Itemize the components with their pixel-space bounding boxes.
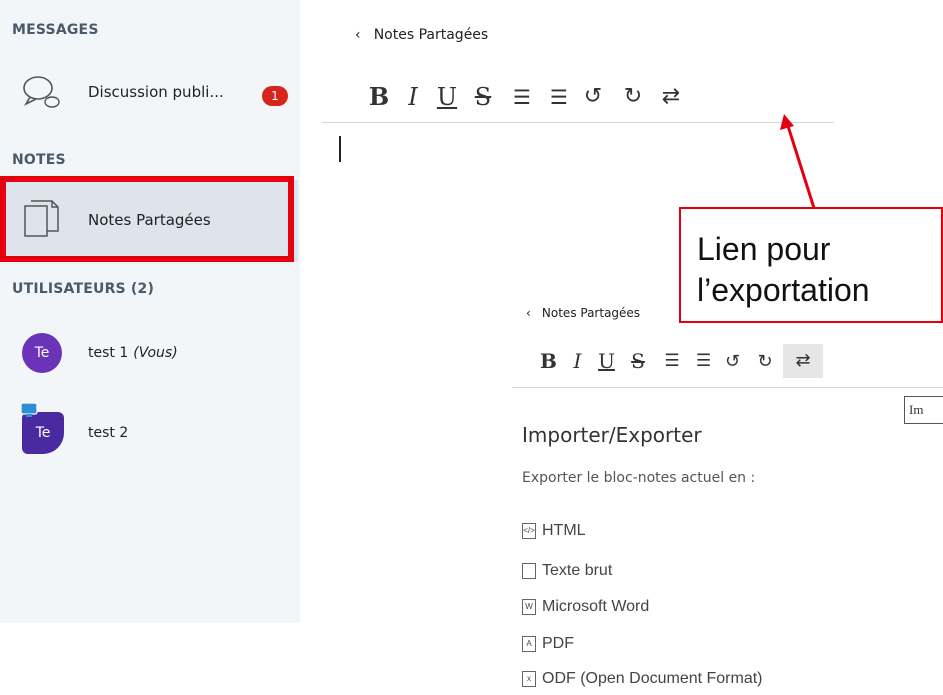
word-file-icon: W — [522, 599, 536, 615]
bold-button[interactable]: B — [362, 82, 396, 111]
italic-button[interactable]: I — [396, 83, 430, 111]
editor-toolbar: B I U S ☰ ☰ ↺ ↻ ⇄ — [362, 82, 686, 111]
user-row-test2[interactable]: Te test 2 — [22, 412, 128, 454]
export-toolbar: B I U S ☰ ☰ ↺ ↻ ⇄ — [534, 344, 823, 378]
underline-button[interactable]: U — [430, 83, 464, 111]
export-back-label: Notes Partagées — [541, 306, 641, 320]
export-icon[interactable]: ⇄ — [656, 84, 686, 109]
redo-icon[interactable]: ↻ — [610, 84, 656, 109]
user-name: test 2 — [88, 425, 129, 441]
sidebar: MESSAGES Discussion publi... 1 NOTES Not… — [0, 0, 300, 623]
export-html-link[interactable]: </> HTML — [522, 522, 586, 540]
pdf-file-icon: A — [522, 636, 536, 652]
callout-arrow — [780, 114, 816, 209]
export-icon[interactable]: ⇄ — [783, 344, 823, 378]
html-file-icon: </> — [522, 523, 536, 539]
chevron-left-icon: ‹ — [526, 306, 531, 320]
notes-section-title: NOTES — [12, 152, 66, 168]
export-odf-link[interactable]: x ODF (Open Document Format) — [522, 670, 763, 688]
public-chat-item[interactable]: Discussion publi... — [22, 72, 224, 112]
format-label: PDF — [542, 635, 574, 652]
toolbar-divider — [322, 122, 834, 123]
tooltip: Im — [904, 396, 943, 424]
export-pdf-link[interactable]: A PDF — [522, 635, 574, 653]
back-link[interactable]: ‹ Notes Partagées — [355, 24, 488, 43]
odf-file-icon: x — [522, 671, 536, 687]
underline-button[interactable]: U — [592, 349, 621, 373]
callout-line1: Lien pour — [697, 231, 831, 267]
avatar: Te — [22, 333, 62, 373]
export-word-link[interactable]: W Microsoft Word — [522, 598, 649, 616]
export-text-link[interactable]: Texte brut — [522, 562, 612, 580]
format-label: HTML — [542, 522, 586, 539]
strikethrough-button[interactable]: S — [464, 83, 502, 111]
text-file-icon — [522, 563, 536, 579]
chat-bubbles-icon — [23, 76, 60, 108]
italic-button[interactable]: I — [563, 349, 592, 373]
format-label: ODF (Open Document Format) — [542, 670, 763, 687]
redo-icon[interactable]: ↻ — [747, 351, 783, 372]
avatar: Te — [22, 412, 64, 454]
user-row-test1[interactable]: Te test 1 (Vous) — [22, 333, 178, 373]
highlight-box — [0, 176, 294, 262]
strikethrough-button[interactable]: S — [621, 349, 655, 373]
chevron-left-icon: ‹ — [355, 27, 361, 43]
undo-icon[interactable]: ↺ — [576, 84, 610, 109]
ordered-list-icon[interactable]: ☰ — [655, 351, 689, 371]
you-label: (Vous) — [133, 345, 178, 361]
public-chat-label: Discussion publi... — [88, 83, 224, 101]
export-back-link[interactable]: ‹ Notes Partagées — [526, 302, 640, 321]
bullet-list-icon[interactable]: ☰ — [689, 351, 718, 371]
ordered-list-icon[interactable]: ☰ — [502, 85, 542, 109]
user-name: test 1 — [88, 345, 129, 361]
export-title: Importer/Exporter — [522, 423, 702, 447]
bullet-list-icon[interactable]: ☰ — [542, 85, 576, 109]
export-toolbar-divider — [512, 387, 943, 388]
monitor-icon — [20, 402, 38, 417]
bold-button[interactable]: B — [534, 349, 563, 373]
format-label: Microsoft Word — [542, 598, 650, 615]
back-label: Notes Partagées — [373, 27, 489, 43]
messages-section-title: MESSAGES — [12, 22, 99, 38]
undo-icon[interactable]: ↺ — [718, 351, 747, 372]
users-section-title: UTILISATEURS (2) — [12, 281, 155, 297]
format-label: Texte brut — [542, 562, 613, 579]
export-link-callout: Lien pour l’exportation — [679, 207, 943, 323]
text-cursor — [339, 136, 341, 162]
callout-line2: l’exportation — [697, 272, 870, 308]
unread-badge: 1 — [262, 86, 288, 106]
export-subtitle: Exporter le bloc-notes actuel en : — [522, 470, 756, 486]
